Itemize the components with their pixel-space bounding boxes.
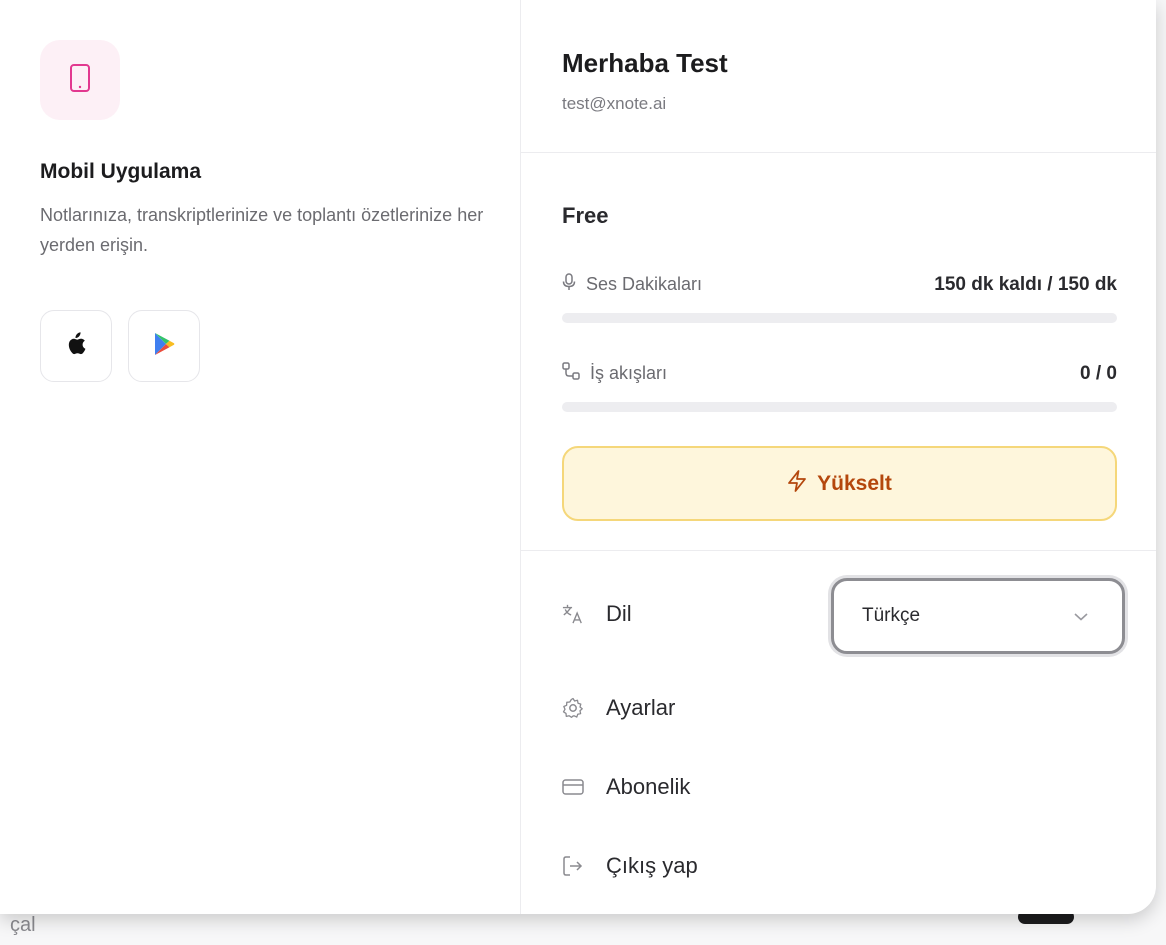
language-select[interactable]: Türkçe	[831, 578, 1125, 654]
account-dropdown-panel: Mobil Uygulama Notlarınıza, transkriptle…	[0, 0, 1156, 914]
account-section: Merhaba Test test@xnote.ai Free Ses Daki…	[520, 0, 1156, 914]
usage-row-minutes: Ses Dakikaları 150 dk kaldı / 150 dk	[562, 273, 1117, 296]
logout-label: Çıkış yap	[606, 853, 698, 878]
user-email: test@xnote.ai	[562, 94, 667, 113]
lightning-icon	[787, 469, 807, 498]
apple-icon	[66, 331, 86, 361]
plan-name: Free	[562, 203, 609, 228]
settings-label: Ayarlar	[606, 695, 676, 720]
logout-icon	[562, 855, 584, 877]
google-play-button[interactable]	[128, 310, 200, 382]
usage-label: Ses Dakikaları	[586, 274, 703, 294]
upgrade-label: Yükselt	[817, 471, 892, 495]
tablet-icon	[68, 63, 92, 98]
subscription-label: Abonelik	[606, 774, 691, 799]
workflow-icon	[562, 362, 580, 385]
app-store-button[interactable]	[40, 310, 112, 382]
subscription-menu-item[interactable]: Abonelik	[562, 774, 690, 800]
mobile-app-title: Mobil Uygulama	[40, 160, 202, 183]
gear-icon	[562, 697, 584, 719]
usage-value: 150 dk kaldı / 150 dk	[934, 273, 1117, 295]
usage-label: İş akışları	[590, 363, 668, 383]
mobile-app-description: Notlarınıza, transkriptlerinize ve topla…	[40, 205, 484, 255]
logout-menu-item[interactable]: Çıkış yap	[562, 853, 698, 879]
usage-row-workflows: İş akışları 0 / 0	[562, 362, 1117, 385]
settings-menu-item[interactable]: Ayarlar	[562, 695, 675, 721]
language-selected-value: Türkçe	[862, 605, 921, 626]
google-play-icon	[153, 332, 175, 361]
microphone-icon	[562, 273, 576, 296]
language-item: Dil	[562, 601, 632, 627]
user-name: Merhaba Test	[562, 48, 728, 78]
upgrade-button[interactable]: Yükselt	[562, 446, 1117, 521]
background-partial-text: çal	[10, 914, 36, 936]
credit-card-icon	[562, 776, 584, 798]
minutes-progress-bar	[562, 313, 1117, 323]
workflows-progress-bar	[562, 402, 1117, 412]
divider	[521, 152, 1156, 153]
usage-value: 0 / 0	[1080, 362, 1117, 384]
translate-icon	[562, 603, 584, 625]
divider	[521, 550, 1156, 551]
language-label: Dil	[606, 601, 632, 626]
chevron-down-icon	[1074, 605, 1088, 627]
mobile-app-section: Mobil Uygulama Notlarınıza, transkriptle…	[0, 0, 520, 914]
mobile-app-icon-box	[40, 40, 120, 120]
